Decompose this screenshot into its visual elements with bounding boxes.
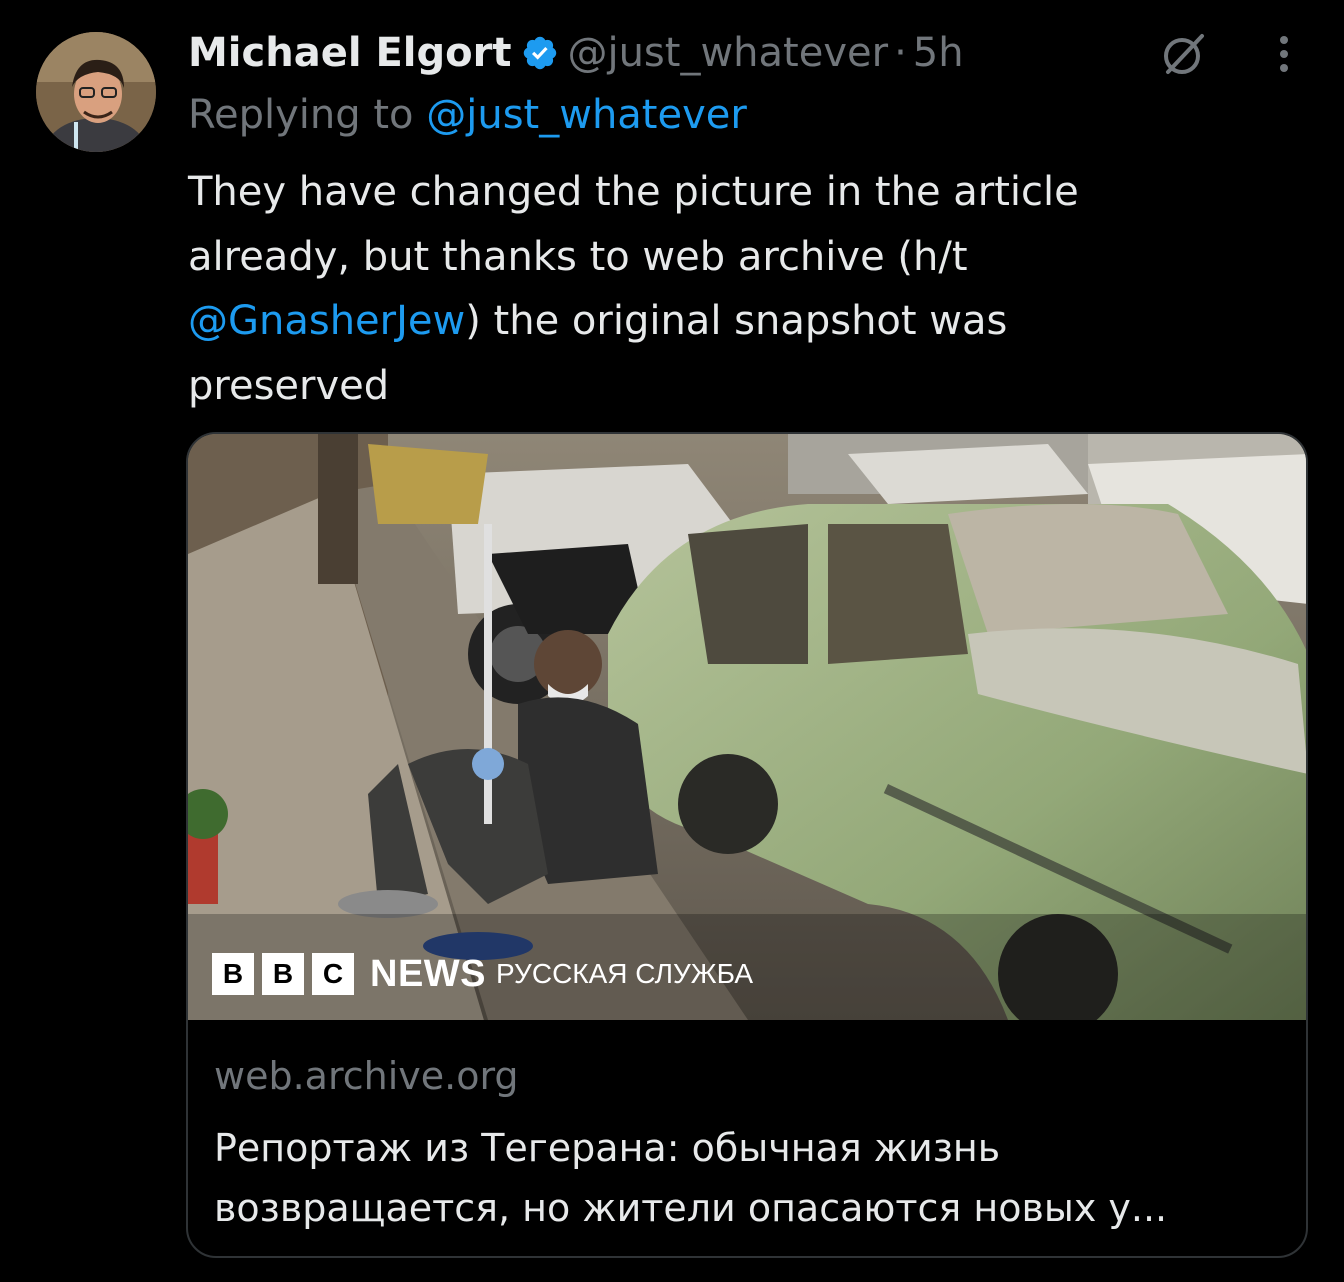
grok-icon[interactable]: [1156, 26, 1212, 82]
card-domain: web.archive.org: [214, 1054, 519, 1098]
bbc-logo-box-3: C: [312, 953, 354, 995]
verified-badge-icon: [524, 36, 557, 70]
tweet-mention[interactable]: @GnasherJew: [188, 298, 465, 344]
tweet-text-part1: They have changed the picture in the art…: [188, 169, 1079, 280]
author-handle[interactable]: @just_whatever: [567, 30, 888, 76]
tweet-text: They have changed the picture in the art…: [188, 160, 1198, 418]
link-card[interactable]: B B C NEWS РУССКАЯ СЛУЖБА web.archive.or…: [186, 432, 1308, 1258]
author-avatar[interactable]: [36, 32, 156, 152]
card-title: Репортаж из Тегерана: обычная жизнь возв…: [214, 1126, 1168, 1230]
bbc-news-logo: B B C NEWS РУССКАЯ СЛУЖБА: [212, 952, 753, 996]
reply-to-mention[interactable]: @just_whatever: [426, 92, 747, 138]
bbc-news-word: NEWS: [370, 952, 486, 995]
replying-to-label: Replying to: [188, 92, 414, 138]
bbc-service-name: РУССКАЯ СЛУЖБА: [496, 958, 754, 989]
tweet-header: Michael Elgort @just_whatever · 5h: [188, 26, 964, 80]
tweet-timestamp[interactable]: 5h: [913, 30, 964, 76]
author-name[interactable]: Michael Elgort: [188, 30, 511, 76]
bbc-logo-box-1: B: [212, 953, 254, 995]
header-separator: ·: [894, 30, 907, 76]
card-image: [188, 434, 1306, 1020]
more-options-icon[interactable]: [1260, 26, 1308, 82]
replying-to-line: Replying to @just_whatever: [188, 92, 747, 138]
bbc-logo-box-2: B: [262, 953, 304, 995]
